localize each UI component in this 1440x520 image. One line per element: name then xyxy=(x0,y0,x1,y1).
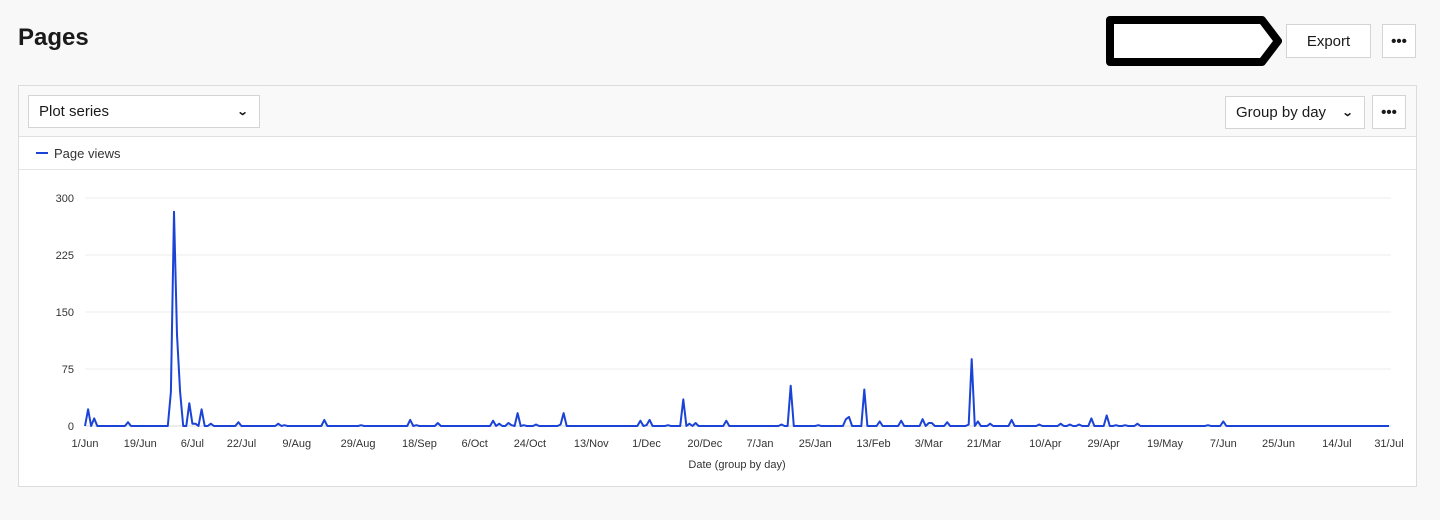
plot-series-value: Plot series xyxy=(39,103,110,120)
export-button[interactable]: Export xyxy=(1286,24,1371,58)
x-tick-label: 22/Jul xyxy=(227,438,256,450)
export-label: Export xyxy=(1306,32,1351,50)
x-tick-label: 18/Sep xyxy=(402,438,437,450)
annotation-callout xyxy=(1106,16,1282,66)
page-title: Pages xyxy=(18,24,89,51)
x-tick-label: 7/Jun xyxy=(1210,438,1237,450)
x-tick-label: 6/Oct xyxy=(462,438,488,450)
x-tick-label: 1/Jun xyxy=(72,438,99,450)
y-tick-label: 225 xyxy=(56,250,74,262)
x-tick-label: 21/Mar xyxy=(967,438,1002,450)
chart-panel: Plot series ⌄ Group by day ⌄ ••• Page vi… xyxy=(18,85,1417,487)
chevron-down-icon: ⌄ xyxy=(236,106,249,118)
x-tick-label: 29/Aug xyxy=(341,438,376,450)
chevron-down-icon: ⌄ xyxy=(1341,107,1354,119)
x-tick-label: 6/Jul xyxy=(181,438,204,450)
plot-series-select[interactable]: Plot series ⌄ xyxy=(28,95,260,128)
chart-toolbar: Plot series ⌄ Group by day ⌄ ••• xyxy=(19,86,1416,137)
legend-label-page-views[interactable]: Page views xyxy=(54,146,120,161)
x-axis-title: Date (group by day) xyxy=(688,459,785,471)
group-by-value: Group by day xyxy=(1236,104,1327,121)
x-tick-label: 1/Dec xyxy=(632,438,661,450)
chart-legend: Page views xyxy=(19,137,1416,170)
x-tick-label: 19/Jun xyxy=(124,438,157,450)
x-tick-label: 19/May xyxy=(1147,438,1184,450)
legend-swatch-page-views xyxy=(36,152,48,154)
x-tick-label: 3/Mar xyxy=(915,438,943,450)
y-tick-label: 0 xyxy=(68,421,74,433)
y-tick-label: 150 xyxy=(56,307,74,319)
group-by-select[interactable]: Group by day ⌄ xyxy=(1225,96,1365,129)
x-tick-label: 14/Jul xyxy=(1322,438,1351,450)
x-tick-label: 31/Jul xyxy=(1374,438,1403,450)
x-tick-label: 7/Jan xyxy=(747,438,774,450)
x-tick-label: 20/Dec xyxy=(687,438,722,450)
series-line-page-views xyxy=(84,210,1389,427)
ellipsis-icon: ••• xyxy=(1381,103,1397,121)
chart-more-button[interactable]: ••• xyxy=(1372,95,1406,129)
x-tick-label: 25/Jan xyxy=(799,438,832,450)
x-tick-label: 9/Aug xyxy=(282,438,311,450)
x-tick-label: 10/Apr xyxy=(1029,438,1062,450)
x-tick-label: 25/Jun xyxy=(1262,438,1295,450)
line-chart: 0 75 150 225 300 1/Jun 19/Jun 6/Jul 22/Jul 9/Aug 2… xyxy=(56,193,1404,471)
ellipsis-icon: ••• xyxy=(1391,32,1407,50)
x-tick-label: 13/Nov xyxy=(574,438,609,450)
x-tick-label: 29/Apr xyxy=(1087,438,1120,450)
page-more-button[interactable]: ••• xyxy=(1382,24,1416,58)
x-tick-label: 24/Oct xyxy=(514,438,546,450)
y-tick-label: 75 xyxy=(62,364,74,376)
y-tick-label: 300 xyxy=(56,193,74,205)
x-tick-label: 13/Feb xyxy=(856,438,890,450)
